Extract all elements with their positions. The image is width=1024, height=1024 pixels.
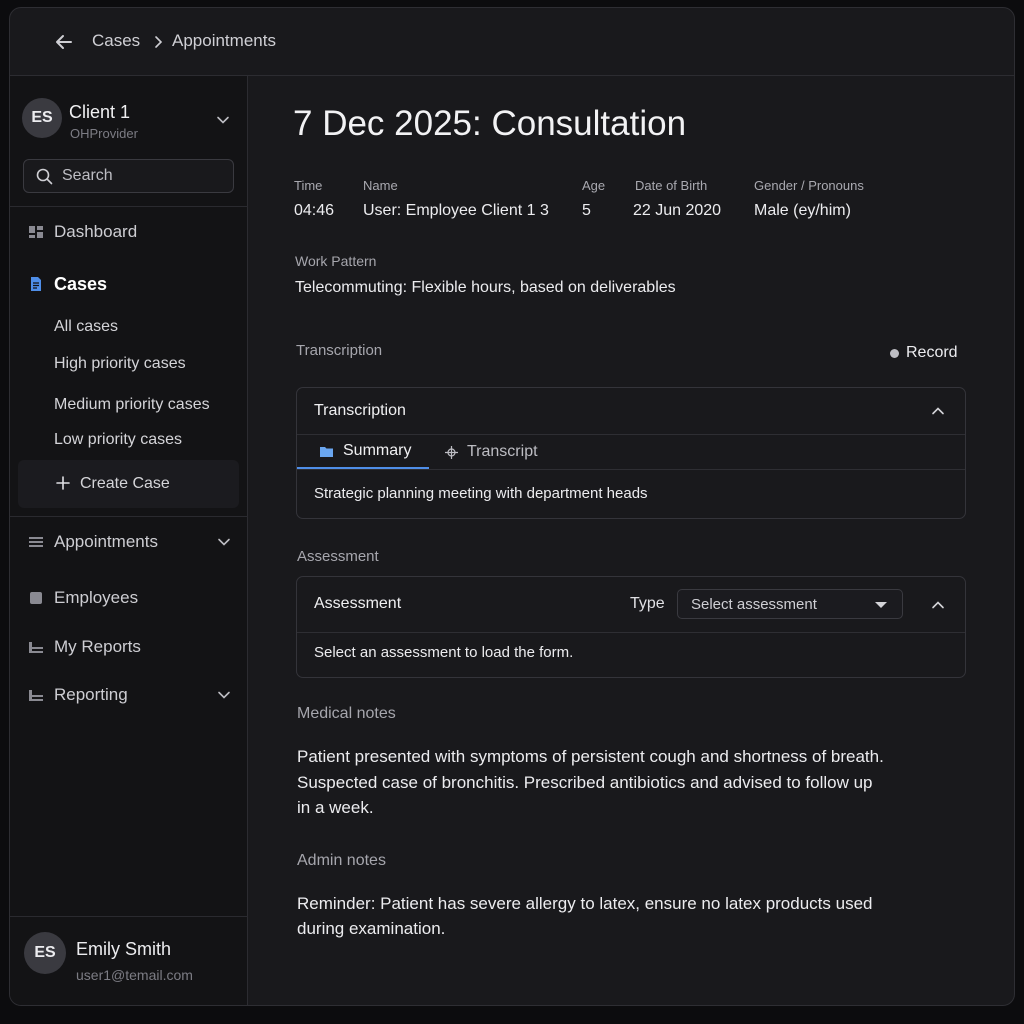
back-arrow-icon[interactable] [52,30,76,54]
sidebar-item-employees[interactable]: Employees [10,580,248,616]
transcription-panel-header[interactable]: Transcription [297,388,965,435]
dob-label: Date of Birth [635,178,708,193]
create-case-label: Create Case [80,475,170,492]
assessment-panel-title: Assessment [314,595,402,612]
record-label: Record [906,344,958,361]
record-button[interactable]: Record [890,344,958,362]
sidebar-item-appointments[interactable]: Appointments [10,524,248,560]
search-input[interactable]: Search [23,159,234,193]
list-icon [29,537,43,547]
medical-notes-line: Suspected case of bronchitis. Prescribed… [297,773,873,792]
sidebar-divider [10,916,248,917]
client-avatar: ES [22,98,62,138]
client-name[interactable]: Client 1 [69,102,130,123]
age-label: Age [582,178,606,193]
sidebar: ES Client 1 OHProvider Search Dashboard [10,76,248,1005]
caret-down-icon [875,602,887,608]
medical-notes-line: Patient presented with symptoms of persi… [297,747,884,766]
assessment-panel: Assessment Type Select assessment Select… [296,576,966,678]
age-value: 5 [582,202,591,219]
medical-notes-line: in a week. [297,798,374,817]
chevron-down-icon[interactable] [217,535,231,549]
breadcrumb-appointments: Appointments [172,31,276,50]
search-icon [36,168,53,184]
employees-icon [30,592,42,604]
time-value: 04:46 [294,202,335,219]
tab-transcript[interactable]: Transcript [445,435,538,469]
transcription-panel-title: Transcription [314,402,406,419]
sidebar-item-label: Cases [54,273,108,294]
chevron-right-icon [155,36,163,48]
sidebar-subitem-medium-priority[interactable]: Medium priority cases [54,396,210,414]
gender-label: Gender / Pronouns [754,178,864,193]
reports-icon [29,642,43,653]
work-pattern-value: Telecommuting: Flexible hours, based on … [295,279,676,296]
time-label: Time [294,178,323,193]
assessment-panel-header: Assessment Type Select assessment [297,577,965,633]
assessment-type-select[interactable]: Select assessment [677,589,903,619]
sidebar-divider [10,516,248,517]
gender-value: Male (ey/him) [754,202,851,219]
type-label: Type [630,595,665,612]
plus-icon [56,476,70,490]
tabs-divider [297,469,965,470]
client-subtitle: OHProvider [70,126,138,141]
medical-notes-label: Medical notes [297,705,396,722]
sidebar-subitem-low-priority[interactable]: Low priority cases [54,431,182,449]
name-value: User: Employee Client 1 3 [363,202,549,219]
tab-transcript-label: Transcript [467,443,538,460]
tab-summary[interactable]: Summary [297,435,429,469]
work-pattern-label: Work Pattern [295,253,377,269]
chevron-up-icon[interactable] [931,404,945,418]
sidebar-item-my-reports[interactable]: My Reports [10,629,248,665]
dashboard-icon [29,226,43,238]
assessment-select-value: Select assessment [691,596,817,613]
admin-notes-line: Reminder: Patient has severe allergy to … [297,894,873,913]
user-name: Emily Smith [76,939,172,959]
sidebar-item-label: My Reports [54,637,141,656]
sidebar-item-cases[interactable]: Cases [10,266,248,302]
top-bar: Cases Appointments [10,8,1014,76]
crosshair-icon [445,445,458,459]
create-case-button[interactable]: Create Case [18,460,239,508]
reporting-icon [29,690,43,701]
sidebar-item-label: Reporting [54,685,128,704]
main-content: 7 Dec 2025: Consultation Time 04:46 Name… [249,76,1014,1005]
chevron-down-icon[interactable] [217,688,231,702]
sidebar-item-label: Appointments [54,532,158,551]
app-window: Cases Appointments ES Client 1 OHProvide… [9,7,1015,1006]
sidebar-divider [10,206,248,207]
admin-notes-line: during examination. [297,919,446,938]
search-placeholder: Search [62,167,113,184]
assessment-help-text: Select an assessment to load the form. [314,644,574,661]
sidebar-item-label: Dashboard [54,222,138,241]
tab-summary-label: Summary [343,442,412,459]
admin-notes-label: Admin notes [297,852,386,869]
transcription-summary-text: Strategic planning meeting with departme… [314,485,648,502]
dob-value: 22 Jun 2020 [633,202,722,219]
chevron-up-icon[interactable] [931,598,945,612]
assessment-section-label: Assessment [297,548,379,565]
sidebar-subitem-high-priority[interactable]: High priority cases [54,355,186,373]
page-title: 7 Dec 2025: Consultation [293,104,687,143]
sidebar-item-dashboard[interactable]: Dashboard [10,214,248,250]
client-switcher-chevron-down-icon[interactable] [216,113,230,127]
document-icon [31,277,41,291]
user-email: user1@temail.com [76,967,193,983]
sidebar-subitem-all-cases[interactable]: All cases [54,318,118,336]
sidebar-item-reporting[interactable]: Reporting [10,677,248,713]
name-label: Name [363,178,398,193]
breadcrumb-cases[interactable]: Cases [92,31,140,51]
record-dot-icon [890,348,899,358]
folder-icon [320,446,333,457]
transcription-panel: Transcription Summary Transcript Strateg… [296,387,966,519]
sidebar-item-label: Employees [54,588,139,607]
transcription-section-label: Transcription [296,342,383,359]
user-avatar[interactable]: ES [24,932,66,974]
